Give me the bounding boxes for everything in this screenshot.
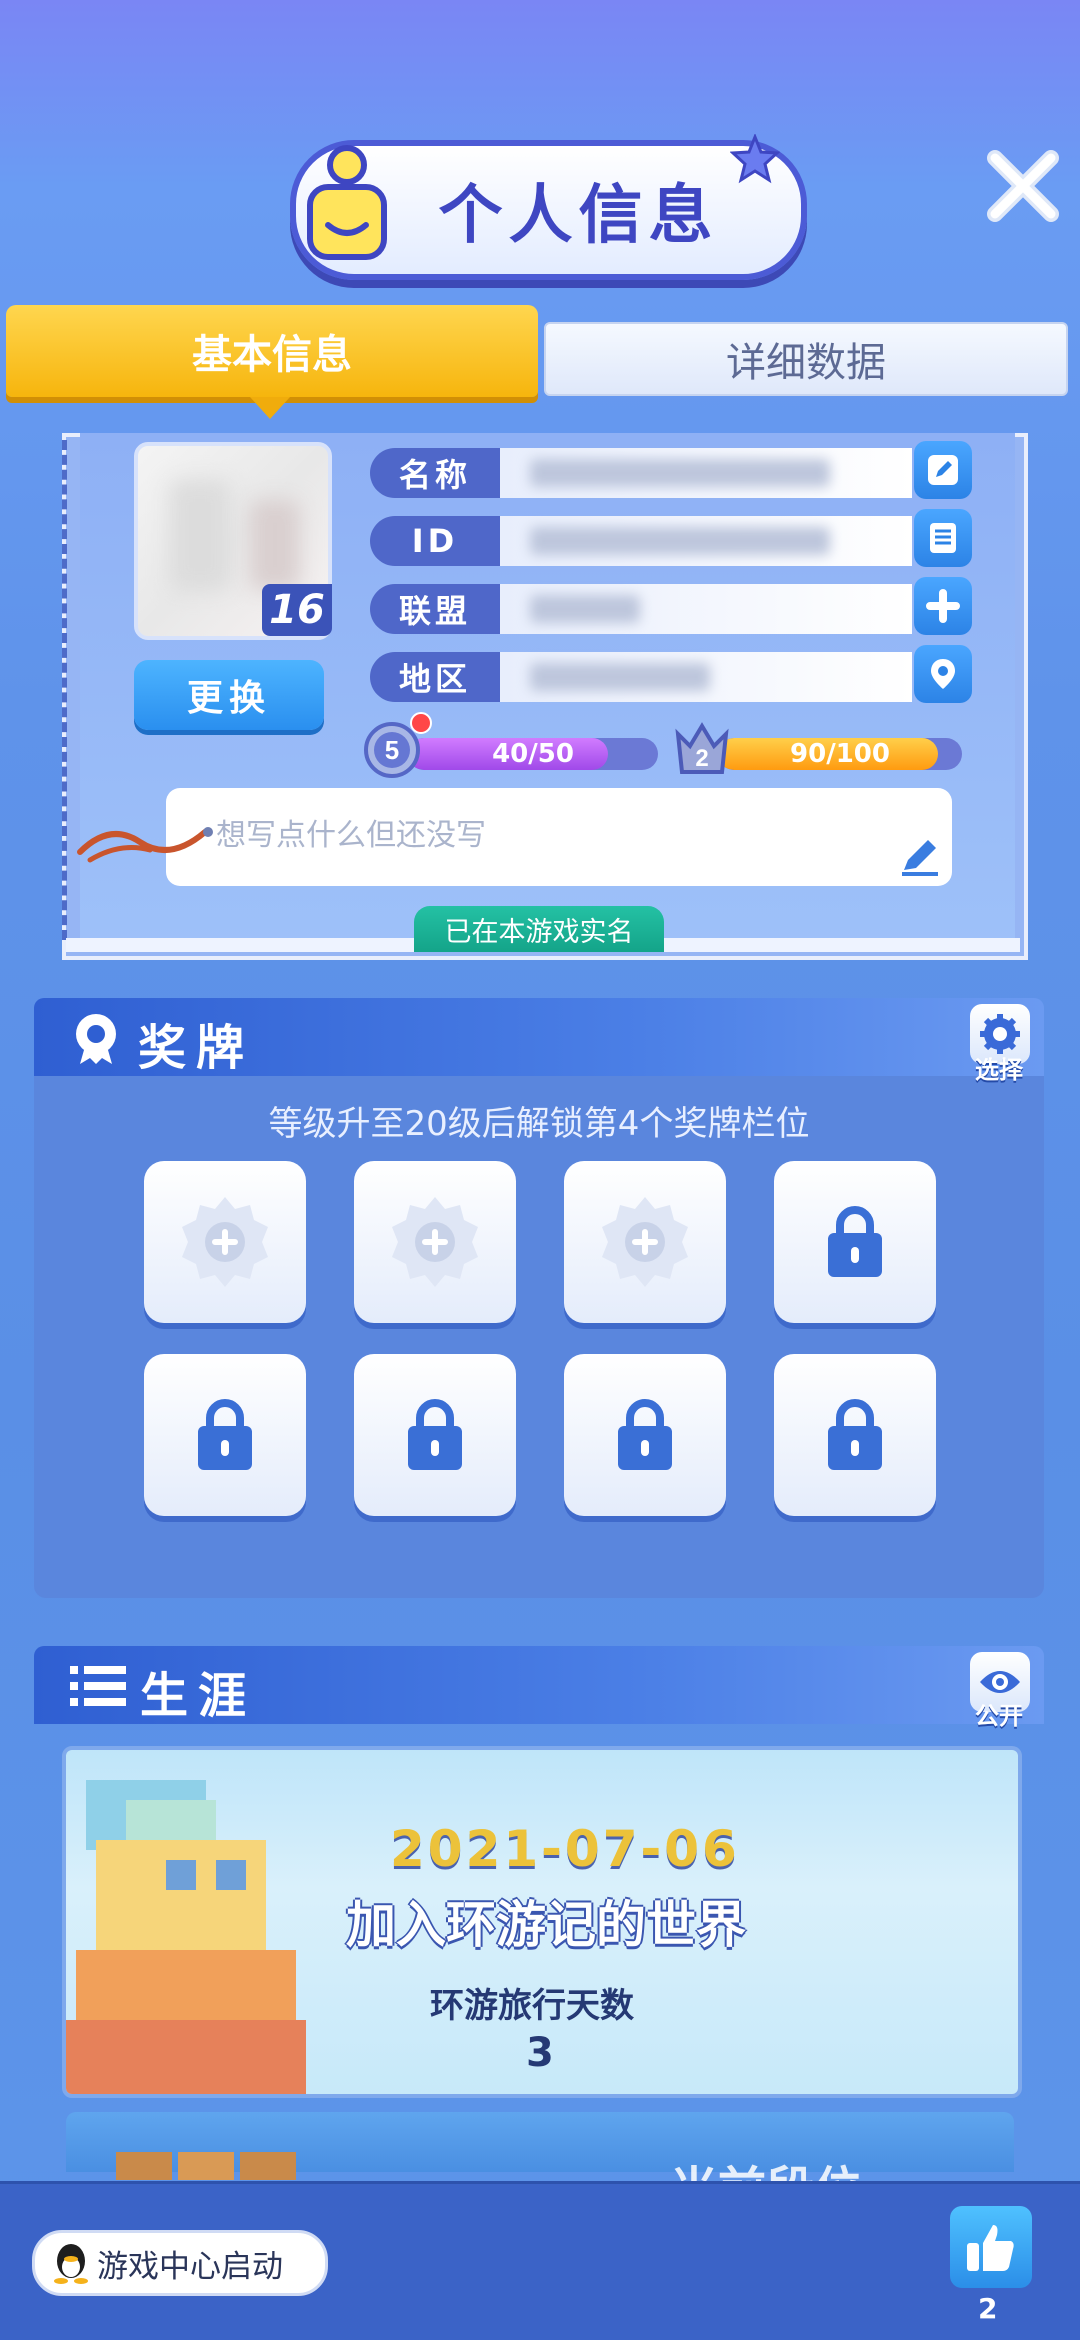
page-title: 个人信息 bbox=[438, 179, 719, 253]
career-visibility-label: 公开 bbox=[975, 1702, 1023, 1730]
bricks-illustration bbox=[116, 2152, 296, 2180]
person-icon bbox=[307, 145, 387, 260]
list-icon bbox=[70, 1666, 126, 1706]
field-label-alliance: 联盟 bbox=[370, 584, 500, 634]
medal-slot-locked bbox=[354, 1354, 516, 1516]
field-label-region: 地区 bbox=[370, 652, 500, 702]
crown-rank-icon: 2 bbox=[675, 722, 729, 774]
medal-slot-add[interactable] bbox=[564, 1161, 726, 1323]
medal-icon bbox=[76, 1014, 116, 1064]
field-value-id bbox=[500, 516, 912, 566]
medal-slot-locked bbox=[144, 1354, 306, 1516]
medal-slot-locked bbox=[774, 1161, 936, 1323]
eye-icon bbox=[980, 1671, 1020, 1693]
change-avatar-button[interactable]: 更换 bbox=[134, 660, 324, 730]
redacted-value bbox=[530, 595, 640, 623]
join-text: 加入环游记的世界 bbox=[346, 1896, 746, 1954]
field-label-name: 名称 bbox=[370, 448, 500, 498]
travel-days-label: 环游旅行天数 bbox=[430, 1986, 634, 2026]
add-medal-icon bbox=[602, 1197, 688, 1287]
field-value-alliance bbox=[500, 584, 912, 634]
thumbs-up-icon bbox=[967, 2225, 1014, 2271]
notification-dot bbox=[410, 712, 432, 734]
join-date: 2021-07-06 bbox=[390, 1820, 740, 1878]
avatar-blurred-content bbox=[250, 500, 300, 590]
tab-detail-data[interactable]: 详细数据 bbox=[544, 322, 1068, 396]
field-value-name bbox=[500, 448, 912, 498]
document-icon[interactable] bbox=[914, 509, 972, 567]
avatar-level-badge: 16 bbox=[262, 584, 332, 636]
lock-icon bbox=[618, 1399, 672, 1470]
close-icon[interactable] bbox=[985, 148, 1061, 224]
qq-penguin-icon bbox=[54, 2244, 88, 2284]
career-title: 生涯 bbox=[140, 1668, 257, 1724]
medal-slot-locked bbox=[564, 1354, 726, 1516]
pencil-icon[interactable] bbox=[914, 441, 972, 499]
travel-days-value: 3 bbox=[526, 2030, 554, 2076]
field-label-id: ID bbox=[370, 516, 500, 566]
level-value: 5 bbox=[385, 735, 399, 765]
redacted-value bbox=[530, 663, 710, 691]
medals-title: 奖牌 bbox=[138, 1020, 255, 1076]
medal-slot-locked bbox=[774, 1354, 936, 1516]
active-tab-pointer bbox=[250, 397, 290, 419]
redacted-value bbox=[530, 527, 830, 555]
location-pin-icon[interactable] bbox=[914, 645, 972, 703]
rank-value: 2 bbox=[695, 745, 708, 772]
rope-decoration-icon bbox=[77, 827, 213, 863]
game-center-launch-button[interactable]: 游戏中心启动 bbox=[32, 2230, 328, 2296]
building-illustration bbox=[66, 1780, 306, 2094]
xp-progress-text: 40/50 bbox=[492, 739, 574, 769]
redacted-value bbox=[530, 459, 830, 487]
realname-verified-tag: 已在本游戏实名 bbox=[414, 906, 664, 952]
lock-icon bbox=[828, 1206, 882, 1277]
like-button[interactable] bbox=[950, 2206, 1032, 2288]
lock-icon bbox=[408, 1399, 462, 1470]
medals-select-label: 选择 bbox=[975, 1056, 1023, 1084]
medal-unlock-hint: 等级升至20级后解锁第4个奖牌栏位 bbox=[268, 1104, 810, 1144]
lock-icon bbox=[828, 1399, 882, 1470]
medal-slot-add[interactable] bbox=[144, 1161, 306, 1323]
rank-progress-text: 90/100 bbox=[790, 739, 890, 769]
avatar-blurred-content bbox=[170, 480, 230, 590]
game-center-label: 游戏中心启动 bbox=[97, 2248, 283, 2285]
plus-icon[interactable] bbox=[914, 577, 972, 635]
signature-placeholder: 想写点什么但还没写 bbox=[216, 818, 486, 853]
tab-basic-info[interactable]: 基本信息 bbox=[6, 305, 538, 397]
add-medal-icon bbox=[392, 1197, 478, 1287]
medal-slot-add[interactable] bbox=[354, 1161, 516, 1323]
add-medal-icon bbox=[182, 1197, 268, 1287]
star-icon bbox=[730, 134, 780, 184]
like-count: 2 bbox=[978, 2292, 998, 2325]
lock-icon bbox=[198, 1399, 252, 1470]
field-value-region bbox=[500, 652, 912, 702]
edit-signature-icon[interactable] bbox=[896, 830, 944, 878]
